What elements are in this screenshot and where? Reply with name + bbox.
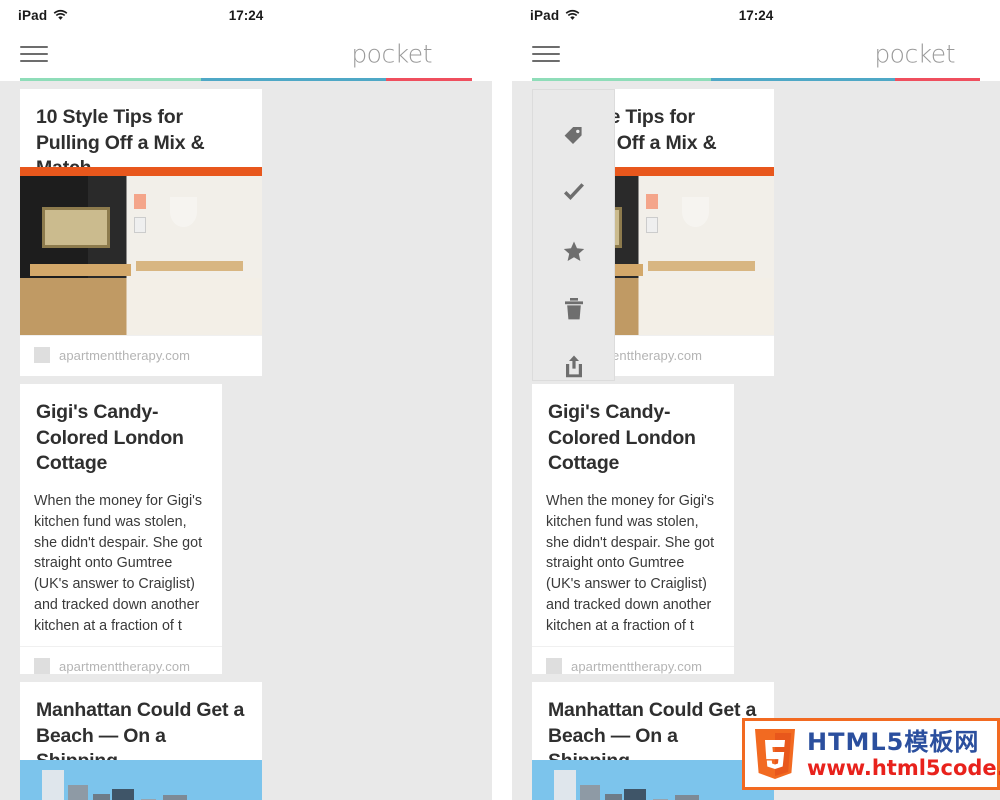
card-title: 10 Style Tips for Pulling Off a Mix & Ma… <box>36 106 205 179</box>
status-bar-left: iPad 17:24 <box>0 0 492 30</box>
card-manhattan-beach[interactable]: Manhattan Could Get a Beach — On a Shipp… <box>532 682 774 800</box>
trash-icon[interactable] <box>559 295 589 323</box>
html5-shield-icon <box>755 729 795 779</box>
watermark-title: HTML5模板网 <box>807 727 980 756</box>
status-bar-right: iPad 17:24 <box>512 0 1000 30</box>
star-icon[interactable] <box>559 237 589 265</box>
hamburger-menu-icon[interactable] <box>532 44 560 64</box>
status-device-label: iPad <box>18 7 48 23</box>
source-domain: apartmenttherapy.com <box>59 658 191 674</box>
card-source: apartmenttherapy.com <box>532 646 734 674</box>
card-source: apartmenttherapy.com <box>20 646 222 674</box>
screenshot-stage: iPad 17:24 pocket 10 Style Tips for Pull… <box>0 0 1000 800</box>
source-domain: apartmenttherapy.com <box>59 347 191 363</box>
card-title: Gigi's Candy-Colored London Cottage <box>36 401 184 475</box>
pocket-logo: pocket <box>351 39 432 69</box>
card-style-tips[interactable]: 10 Style Tips for Pulling Off a Mix & Ma… <box>20 89 262 376</box>
check-icon[interactable] <box>559 180 589 208</box>
card-excerpt: When the money for Gigi's kitchen fund w… <box>546 493 715 634</box>
pocket-logo: pocket <box>874 39 955 69</box>
tag-icon[interactable] <box>559 122 589 150</box>
watermark-badge: HTML5模板网 www.html5code.net <box>742 718 1000 790</box>
card-manhattan-beach[interactable]: Manhattan Could Get a Beach — On a Shipp… <box>20 682 262 800</box>
nav-bar-left: pocket <box>0 30 492 78</box>
share-icon[interactable] <box>559 352 589 380</box>
hamburger-menu-icon[interactable] <box>20 44 48 64</box>
card-image-manhattan-beach <box>532 760 774 800</box>
card-excerpt: When the money for Gigi's kitchen fund w… <box>34 493 203 634</box>
card-title: Manhattan Could Get a Beach — On a Shipp… <box>548 699 757 772</box>
status-device-label: iPad <box>530 7 560 23</box>
card-list-left[interactable]: 10 Style Tips for Pulling Off a Mix & Ma… <box>0 81 492 800</box>
card-image-manhattan-beach <box>20 760 262 800</box>
card-gigis-cottage[interactable]: Gigi's Candy-Colored London Cottage When… <box>20 384 222 674</box>
wifi-icon <box>565 9 580 20</box>
nav-bar-right: pocket <box>512 30 1000 78</box>
card-source: apartmenttherapy.com <box>20 335 262 376</box>
left-panel: iPad 17:24 pocket 10 Style Tips for Pull… <box>0 0 492 800</box>
item-action-bar[interactable] <box>532 89 615 381</box>
wifi-icon <box>53 9 68 20</box>
right-panel: iPad 17:24 pocket Tips for Off a Mix & a… <box>512 0 1000 800</box>
panel-divider <box>492 0 512 800</box>
card-title: Gigi's Candy-Colored London Cottage <box>548 401 696 475</box>
card-gigis-cottage[interactable]: Gigi's Candy-Colored London Cottage When… <box>532 384 734 674</box>
favicon-placeholder <box>546 658 562 674</box>
favicon-placeholder <box>34 658 50 674</box>
watermark-url: www.html5code.net <box>807 755 1000 780</box>
card-title: Manhattan Could Get a Beach — On a Shipp… <box>36 699 245 772</box>
source-domain: apartmenttherapy.com <box>571 658 703 674</box>
favicon-placeholder <box>34 347 50 363</box>
card-list-right[interactable]: 10 Style Tips for Pulling Off a Mix & Ma… <box>512 81 1000 800</box>
card-image-dining-room <box>20 167 262 335</box>
